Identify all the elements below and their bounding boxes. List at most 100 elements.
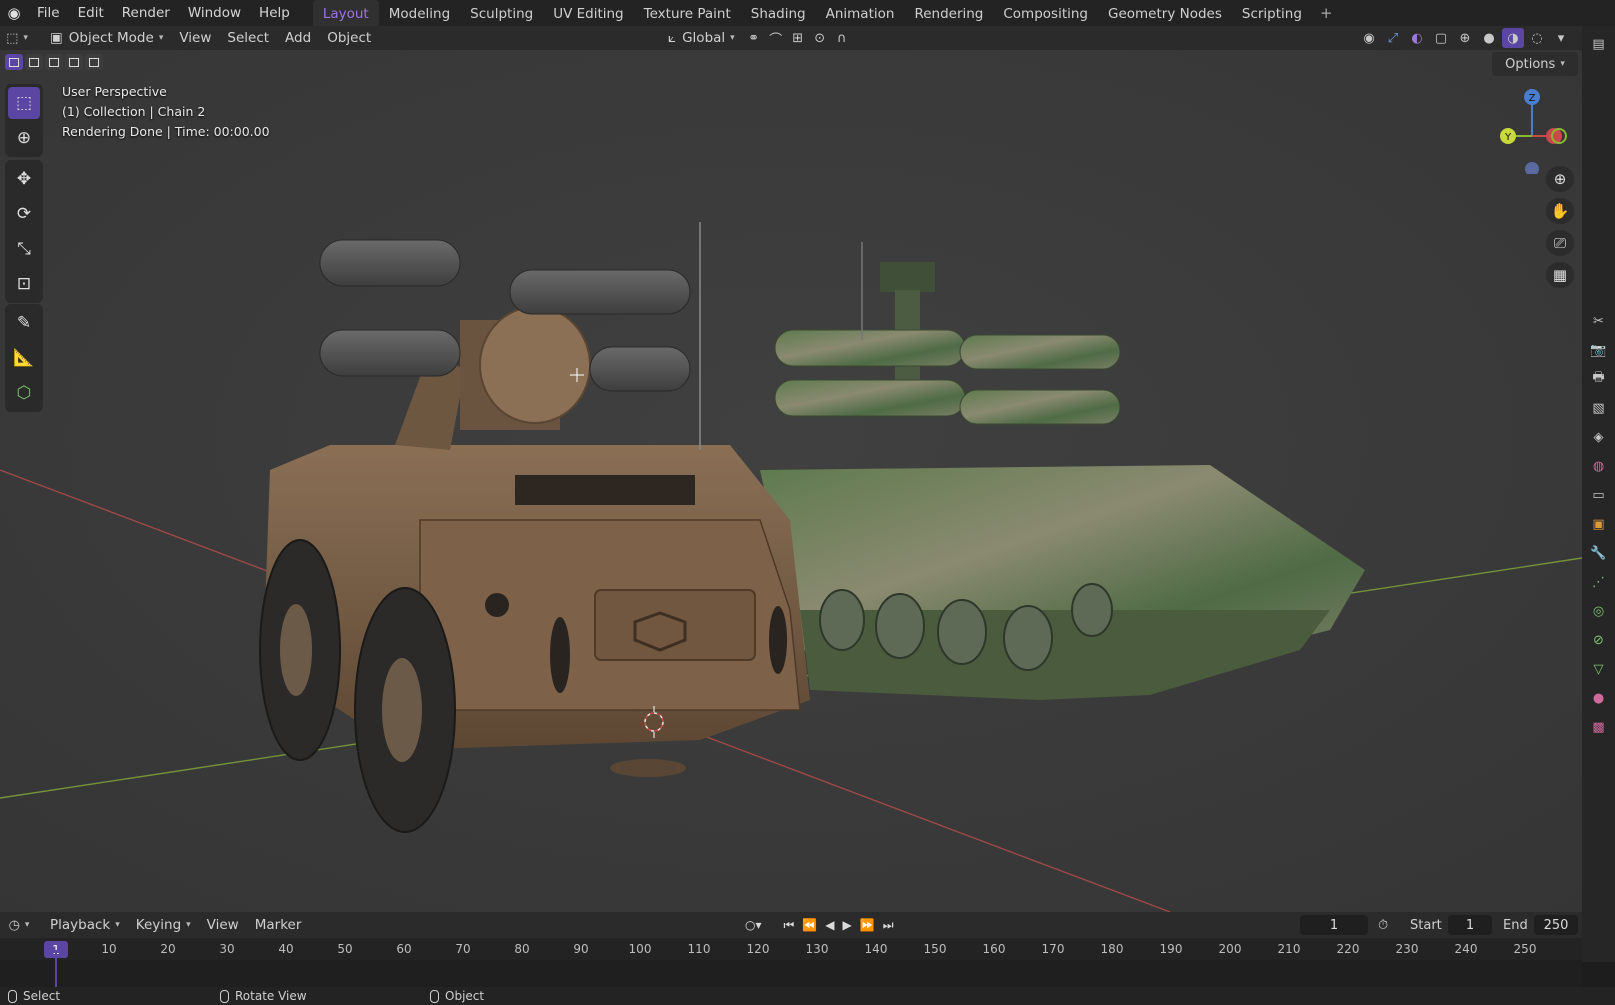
add-cube-tool-icon[interactable]: ⬡: [8, 377, 40, 409]
timeline-menu-view[interactable]: View: [199, 913, 247, 937]
measure-tool-icon[interactable]: 📐: [8, 342, 40, 374]
perspective-toggle-icon[interactable]: ▦: [1546, 262, 1574, 288]
3d-viewport[interactable]: User Perspective (1) Collection | Chain …: [0, 50, 1582, 912]
select-extend-icon[interactable]: [25, 54, 43, 70]
timeline-ruler[interactable]: 1 10 20 30 40 50 60 70 80 90 100 110 120…: [0, 938, 1582, 960]
tab-rendering[interactable]: Rendering: [904, 0, 993, 26]
physics-icon[interactable]: ◎: [1588, 601, 1610, 621]
output-properties-icon[interactable]: 🖶: [1588, 369, 1610, 389]
timeline-menu-playback[interactable]: Playback ▾: [42, 913, 128, 937]
rotate-tool-icon[interactable]: ⟳: [8, 198, 40, 230]
select-subtract-icon[interactable]: [45, 54, 63, 70]
tab-compositing[interactable]: Compositing: [993, 0, 1098, 26]
xray-icon[interactable]: ▢: [1430, 28, 1452, 48]
tick-label: 160: [982, 942, 1006, 956]
mouse-right-icon: [430, 989, 439, 1003]
blender-logo-icon[interactable]: ◉: [0, 0, 28, 26]
end-frame-field[interactable]: 250: [1534, 915, 1578, 935]
menu-help[interactable]: Help: [250, 0, 299, 26]
mode-selector[interactable]: ▣ Object Mode ▾: [42, 26, 171, 50]
tab-geometry-nodes[interactable]: Geometry Nodes: [1098, 0, 1232, 26]
zoom-icon[interactable]: ⊕: [1546, 166, 1574, 192]
snap-target-icon[interactable]: ⊞: [787, 28, 809, 48]
menu-window[interactable]: Window: [179, 0, 250, 26]
rendered-shading-icon[interactable]: ◌: [1526, 28, 1548, 48]
timeline-track-area[interactable]: [0, 960, 1582, 987]
camera-view-icon[interactable]: ⎚: [1546, 230, 1574, 256]
transform-tool-icon[interactable]: ⊡: [8, 268, 40, 300]
data-properties-icon[interactable]: ▽: [1588, 659, 1610, 679]
header-menu-select[interactable]: Select: [219, 26, 277, 50]
proportional-editing-icon[interactable]: ⊙: [809, 28, 831, 48]
shading-options-icon[interactable]: ▾: [1550, 28, 1572, 48]
timeline-editor-icon[interactable]: ◷ ▾: [8, 915, 30, 935]
overlay-toggle-icon[interactable]: ◐: [1406, 28, 1428, 48]
menu-render[interactable]: Render: [113, 0, 179, 26]
options-dropdown[interactable]: Options ▾: [1492, 52, 1578, 76]
start-frame-field[interactable]: 1: [1448, 915, 1492, 935]
jump-start-icon[interactable]: ⏮: [784, 918, 795, 933]
scene-properties-icon[interactable]: ◈: [1588, 427, 1610, 447]
move-tool-icon[interactable]: ✥: [8, 163, 40, 195]
add-workspace-button[interactable]: +: [1312, 0, 1341, 26]
pivot-point-icon[interactable]: ⚭: [743, 28, 765, 48]
menu-file[interactable]: File: [28, 0, 69, 26]
tab-layout[interactable]: Layout: [312, 0, 379, 26]
texture-properties-icon[interactable]: ▩: [1588, 717, 1610, 737]
select-intersect-icon[interactable]: [85, 54, 103, 70]
collection-properties-icon[interactable]: ▭: [1588, 485, 1610, 505]
jump-keyframe-back-icon[interactable]: ⏪: [802, 918, 817, 932]
playhead[interactable]: [55, 950, 57, 987]
viewport-header: ⬚ ▾ ▣ Object Mode ▾ View Select Add Object…: [0, 26, 1582, 50]
header-menu-add[interactable]: Add: [277, 26, 319, 50]
modifier-properties-icon[interactable]: 🔧: [1588, 543, 1610, 563]
tab-modeling[interactable]: Modeling: [379, 0, 460, 26]
auto-keying-icon[interactable]: ○▾: [745, 918, 762, 932]
select-box-tool-icon[interactable]: ⬚: [8, 87, 40, 119]
tab-scripting[interactable]: Scripting: [1232, 0, 1312, 26]
tab-uv-editing[interactable]: UV Editing: [543, 0, 633, 26]
play-icon[interactable]: ▶: [843, 918, 852, 932]
annotate-tool-icon[interactable]: ✎: [8, 307, 40, 339]
scale-tool-icon[interactable]: ⤡: [8, 233, 40, 265]
falloff-icon[interactable]: ∩: [831, 28, 853, 48]
gizmo-toggle-icon[interactable]: ⤢: [1382, 28, 1404, 48]
play-reverse-icon[interactable]: ◀: [825, 918, 834, 932]
menu-edit[interactable]: Edit: [69, 0, 113, 26]
tab-animation[interactable]: Animation: [816, 0, 905, 26]
jump-end-icon[interactable]: ⏭: [883, 918, 894, 933]
navigation-gizmo[interactable]: Z Y: [1488, 84, 1568, 174]
tick-label: 70: [455, 942, 471, 956]
view-layer-icon[interactable]: ▧: [1588, 398, 1610, 418]
transform-orientation-dropdown[interactable]: ⟀ Global ▾: [660, 26, 743, 50]
tool-properties-icon[interactable]: ✂: [1588, 311, 1610, 331]
wireframe-shading-icon[interactable]: ⊕: [1454, 28, 1476, 48]
material-shading-icon[interactable]: ◑: [1502, 28, 1524, 48]
timeline-menu-keying[interactable]: Keying ▾: [128, 913, 199, 937]
snap-icon[interactable]: ⌒: [765, 28, 787, 48]
current-frame-field[interactable]: 1: [1300, 915, 1368, 935]
render-properties-icon[interactable]: 📷: [1588, 340, 1610, 360]
tab-shading[interactable]: Shading: [741, 0, 816, 26]
editor-type-icon[interactable]: ⬚ ▾: [6, 28, 28, 48]
cursor-tool-icon[interactable]: ⊕: [8, 122, 40, 154]
select-new-icon[interactable]: [5, 54, 23, 70]
constraints-icon[interactable]: ⊘: [1588, 630, 1610, 650]
material-properties-icon[interactable]: ●: [1588, 688, 1610, 708]
tab-texture-paint[interactable]: Texture Paint: [634, 0, 741, 26]
header-menu-object[interactable]: Object: [319, 26, 379, 50]
object-properties-icon[interactable]: ▣: [1588, 514, 1610, 534]
preview-range-icon[interactable]: ⏱: [1378, 915, 1388, 935]
visibility-icon[interactable]: ◉: [1358, 28, 1380, 48]
world-properties-icon[interactable]: ◍: [1588, 456, 1610, 476]
particles-icon[interactable]: ⋰: [1588, 572, 1610, 592]
mode-label: Object Mode: [68, 30, 154, 46]
header-menu-view[interactable]: View: [171, 26, 219, 50]
outliner-icon[interactable]: ▤: [1588, 34, 1610, 54]
timeline-menu-marker[interactable]: Marker: [247, 913, 310, 937]
pan-hand-icon[interactable]: ✋: [1546, 198, 1574, 224]
tab-sculpting[interactable]: Sculpting: [460, 0, 543, 26]
jump-keyframe-forward-icon[interactable]: ⏩: [860, 918, 875, 932]
select-invert-icon[interactable]: [65, 54, 83, 70]
solid-shading-icon[interactable]: ●: [1478, 28, 1500, 48]
